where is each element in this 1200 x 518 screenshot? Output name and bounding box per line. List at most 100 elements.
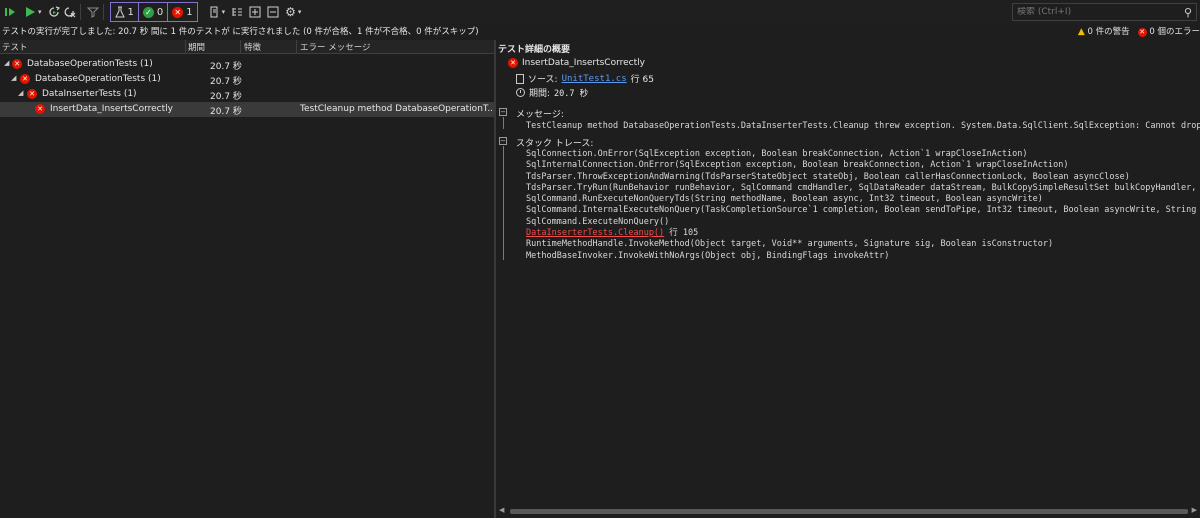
tree-row-selected[interactable]: ✕ InsertData_InsertsCorrectly 20.7 秒 Tes… (0, 102, 496, 117)
check-icon: ✓ (142, 6, 154, 18)
tree-node-name: DataInserterTests (1) (42, 89, 137, 99)
duration-label: 期間: (529, 89, 551, 99)
tree-node-duration: 20.7 秒 (210, 92, 242, 102)
tree-row[interactable]: ◢ ✕ DatabaseOperationTests (1) 20.7 秒 (0, 57, 494, 72)
warnings-label: 0 件の警告 (1087, 27, 1130, 37)
tree-node-name: InsertData_InsertsCorrectly (50, 104, 173, 114)
source-file-link[interactable]: UnitTest1.cs (562, 74, 627, 84)
run-icon[interactable] (24, 2, 36, 22)
stack-trace-list: SqlConnection.OnError(SqlException excep… (526, 149, 1200, 262)
errors-counter[interactable]: ✕ 0 個のエラー (1137, 25, 1200, 37)
scroll-right-icon[interactable]: ▶ (1192, 506, 1197, 514)
tree-node-name: DatabaseOperationTests (1) (27, 59, 153, 69)
toolbar-separator (102, 4, 104, 20)
collapse-message-icon[interactable]: − (499, 108, 507, 116)
stack-frame: SqlConnection.OnError(SqlException excep… (526, 149, 1028, 159)
stack-frame: MethodBaseInvoker.InvokeWithNoArgs(Objec… (526, 250, 890, 261)
source-label: ソース: (528, 75, 558, 85)
search-box[interactable]: ⚲ (1012, 3, 1197, 21)
cancel-run-icon[interactable] (64, 2, 76, 22)
scrollbar-thumb[interactable] (510, 509, 1188, 514)
stack-frame: SqlCommand.InternalExecuteNonQuery(TaskC… (526, 205, 1200, 216)
clock-icon (516, 88, 525, 97)
search-input[interactable] (1017, 7, 1167, 17)
horizontal-scrollbar[interactable]: ◀ ▶ (496, 506, 1200, 516)
column-test[interactable]: テスト (2, 41, 28, 53)
tree-node-duration: 20.7 秒 (210, 77, 242, 87)
tree-row[interactable]: ◢ ✕ DataInserterTests (1) 20.7 秒 (0, 87, 494, 102)
run-summary: テストの実行が完了しました: 20.7 秒 間に 1 件のテストが に実行されま… (2, 27, 479, 37)
expand-arrow-icon[interactable]: ◢ (18, 89, 23, 97)
column-duration[interactable]: 期間 (188, 41, 205, 53)
flask-count: 1 (127, 6, 134, 18)
chevron-down-icon[interactable]: ▾ (38, 2, 42, 22)
stack-frame: SqlCommand.RunExecuteNonQueryTds(String … (526, 194, 1043, 205)
tree-row[interactable]: ◢ ✕ DatabaseOperationTests (1) 20.7 秒 (0, 72, 494, 87)
collapse-all-icon[interactable] (267, 2, 279, 22)
section-guide (503, 146, 504, 260)
collapse-stack-icon[interactable]: − (499, 137, 507, 145)
error-icon: ✕ (27, 89, 37, 99)
column-divider[interactable] (185, 40, 186, 54)
tree-node-error-message: TestCleanup method DatabaseOperationT... (300, 104, 496, 114)
test-tree-pane: テスト 期間 特徴 エラー メッセージ ◢ ✕ DatabaseOperatio… (0, 40, 496, 518)
stack-frame-line: 行 105 (669, 228, 699, 239)
message-label: メッセージ: (516, 110, 564, 120)
total-tests-filter[interactable]: 1 (109, 2, 139, 22)
detail-test-name-row: ✕ InsertData_InsertsCorrectly (508, 58, 645, 68)
expand-arrow-icon[interactable]: ◢ (11, 74, 16, 82)
column-traits[interactable]: 特徴 (244, 41, 261, 53)
status-counters: ▲ 0 件の警告 ✕ 0 個のエラー (1078, 24, 1200, 38)
error-icon: ✕ (20, 74, 30, 84)
warning-icon: ▲ (1077, 27, 1085, 37)
flask-icon (114, 6, 125, 18)
filter-icon[interactable] (86, 2, 99, 22)
chevron-down-icon[interactable]: ▾ (298, 2, 302, 22)
error-icon: ✕ (12, 59, 22, 69)
scroll-left-icon[interactable]: ◀ (499, 506, 504, 514)
detail-test-name: InsertData_InsertsCorrectly (522, 58, 645, 68)
stack-trace-label: スタック トレース: (516, 139, 594, 149)
group-by-icon[interactable] (231, 2, 243, 22)
stack-frame: SqlInternalConnection.OnError(SqlExcepti… (526, 160, 1069, 171)
stack-frame: SqlCommand.ExecuteNonQuery() (526, 216, 670, 227)
playlist-icon[interactable] (208, 2, 220, 22)
run-all-icon[interactable] (4, 2, 16, 22)
expand-arrow-icon[interactable]: ◢ (4, 59, 9, 67)
stack-frame-link[interactable]: DataInserterTests.Cleanup() (526, 228, 664, 238)
repeat-run-icon[interactable] (48, 2, 60, 22)
errors-label: 0 個のエラー (1149, 27, 1200, 37)
error-icon: ✕ (508, 58, 518, 68)
tree-node-duration: 20.7 秒 (210, 107, 242, 117)
passed-tests-filter[interactable]: ✓ 0 (137, 2, 169, 22)
column-error-message[interactable]: エラー メッセージ (300, 41, 371, 53)
chevron-down-icon[interactable]: ▾ (222, 2, 226, 22)
detail-source-row: ソース: UnitTest1.cs 行 65 (516, 72, 654, 85)
failed-tests-filter[interactable]: ✕ 1 (167, 2, 198, 22)
toolbar: ▾ 1 ✓ 0 ✕ 1 ▾ ⚙ ▾ ⚲ (0, 0, 1200, 24)
stack-frame: TdsParser.ThrowExceptionAndWarning(TdsPa… (526, 171, 1130, 182)
error-icon: ✕ (172, 6, 184, 18)
status-bar: テストの実行が完了しました: 20.7 秒 間に 1 件のテストが に実行されま… (0, 24, 1200, 38)
file-icon (516, 73, 524, 84)
message-text: TestCleanup method DatabaseOperationTest… (526, 121, 1200, 131)
detail-title: テスト詳細の概要 (498, 45, 571, 55)
stack-frame: TdsParser.TryRun(RunBehavior runBehavior… (526, 182, 1200, 193)
toolbar-separator (79, 4, 81, 20)
settings-icon[interactable]: ⚙ (285, 2, 296, 22)
section-guide (503, 117, 504, 129)
column-divider[interactable] (240, 40, 241, 54)
search-icon[interactable]: ⚲ (1184, 6, 1192, 19)
detail-duration-row: 期間: 20.7 秒 (516, 86, 588, 99)
error-icon: ✕ (35, 104, 45, 114)
column-header: テスト 期間 特徴 エラー メッセージ (0, 40, 494, 54)
passed-count: 0 (156, 6, 164, 18)
stack-frame-link-row: DataInserterTests.Cleanup() 行 105 (526, 228, 1200, 239)
stack-frame: RuntimeMethodHandle.InvokeMethod(Object … (526, 239, 1054, 250)
failed-count: 1 (186, 6, 193, 18)
error-icon: ✕ (1137, 27, 1147, 37)
warnings-counter[interactable]: ▲ 0 件の警告 (1078, 25, 1130, 37)
column-divider[interactable] (296, 40, 297, 54)
expand-all-icon[interactable] (249, 2, 261, 22)
source-line: 行 65 (630, 75, 654, 85)
